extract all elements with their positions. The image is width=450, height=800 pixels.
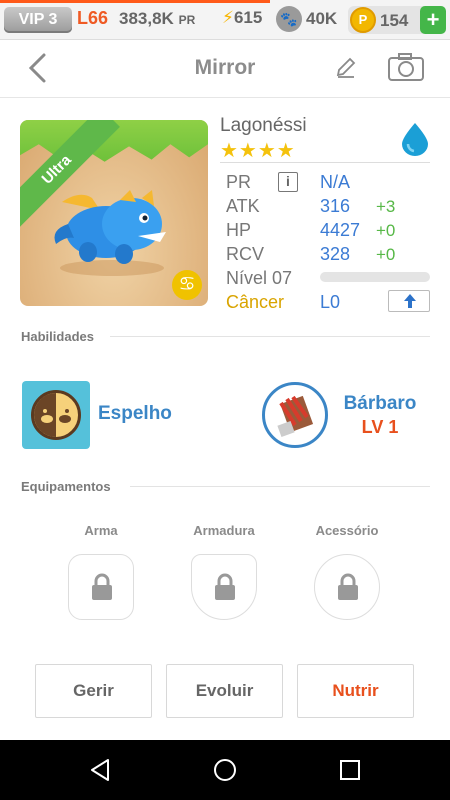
energy-counter: ⚡615 — [222, 8, 262, 28]
weapon-slot[interactable] — [68, 554, 134, 620]
accessory-slot[interactable] — [314, 554, 380, 620]
system-navigation-bar — [0, 740, 450, 800]
equipment-section-title: Equipamentos — [21, 479, 111, 494]
zodiac-label: Câncer — [226, 292, 285, 312]
monster-level-label: Nível 07 — [226, 268, 293, 288]
edit-button[interactable] — [334, 55, 358, 79]
square-recents-icon — [340, 760, 360, 780]
stat-hp-value: 4427 — [320, 220, 361, 240]
stat-rcv-label: RCV — [226, 244, 265, 264]
power-rating: 383,8K PR — [119, 9, 195, 29]
armor-slot[interactable] — [191, 554, 257, 620]
stat-atk-label: ATK — [226, 196, 260, 216]
add-coins-button[interactable]: + — [420, 6, 446, 34]
monster-portrait[interactable]: Ultra ♋ — [20, 120, 208, 306]
stat-hp-bonus: +0 — [376, 221, 396, 240]
barbarian-skill-icon[interactable] — [262, 382, 328, 448]
paw-count: 40K — [306, 9, 338, 28]
equip-label-armor: Armadura — [193, 523, 255, 538]
lock-icon — [213, 573, 237, 601]
power-unit: PR — [178, 13, 196, 27]
monster-name: Lagonéssi — [220, 115, 307, 136]
power-value: 383,8K — [119, 9, 174, 28]
circle-home-icon — [214, 759, 236, 781]
skills-divider — [110, 336, 430, 337]
stat-atk-bonus: +3 — [376, 197, 396, 216]
stat-pr-value: N/A — [320, 172, 351, 192]
card-divider — [220, 162, 430, 163]
stat-rcv-value: 328 — [320, 244, 351, 264]
triangle-back-icon — [91, 759, 109, 781]
star-rating: ★★★★ — [220, 140, 296, 162]
feed-button[interactable]: Nutrir — [297, 664, 414, 718]
lightning-icon: ⚡ — [222, 8, 234, 27]
energy-value: 615 — [233, 8, 263, 27]
vip-badge[interactable]: VIP 3 — [4, 7, 72, 33]
camera-button[interactable] — [387, 52, 425, 82]
water-element-icon — [400, 122, 430, 156]
page-title: Mirror — [194, 56, 256, 79]
stat-rcv-bonus: +0 — [376, 245, 396, 264]
arrow-up-icon — [404, 294, 416, 308]
mirror-skill-icon[interactable] — [22, 381, 90, 449]
info-button[interactable]: i — [278, 172, 298, 192]
stat-atk-value: 316 — [320, 196, 351, 216]
pencil-icon — [336, 57, 356, 78]
skills-section-title: Habilidades — [21, 329, 94, 344]
resource-progress-bar — [0, 0, 270, 3]
coin-counter: P 154 + — [348, 6, 446, 34]
stat-pr-label: PR — [226, 172, 252, 192]
upgrade-button[interactable] — [388, 290, 430, 312]
player-level: L66 — [77, 8, 109, 28]
cancer-zodiac-icon: ♋ — [172, 270, 202, 300]
nav-back-button[interactable] — [88, 758, 112, 782]
evolve-button[interactable]: Evoluir — [166, 664, 283, 718]
equipment-divider — [130, 486, 430, 487]
coin-count: 154 — [380, 11, 409, 30]
lock-icon — [336, 573, 360, 601]
equip-label-accessory: Acessório — [315, 523, 379, 538]
lock-icon — [90, 573, 114, 601]
stat-hp-label: HP — [226, 220, 252, 240]
skill-name-barbarian[interactable]: Bárbaro — [340, 393, 420, 415]
xp-progress-bar — [320, 272, 430, 282]
page-header: Mirror — [0, 40, 450, 98]
manage-button[interactable]: Gerir — [35, 664, 152, 718]
top-status-bar: VIP 3 L66 383,8K PR ⚡615 🐾 40K P 154 + — [0, 0, 450, 40]
coin-icon: P — [350, 7, 376, 33]
camera-icon — [388, 53, 424, 81]
paw-icon: 🐾 — [276, 6, 302, 32]
skill-level-barbarian: LV 1 — [361, 417, 399, 437]
equip-label-weapon: Arma — [84, 523, 118, 538]
luck-level: L0 — [320, 292, 341, 312]
pig-face-icon — [31, 390, 81, 440]
nav-recents-button[interactable] — [338, 758, 362, 782]
skill-name-mirror[interactable]: Espelho — [98, 403, 172, 425]
nav-home-button[interactable] — [213, 758, 237, 782]
